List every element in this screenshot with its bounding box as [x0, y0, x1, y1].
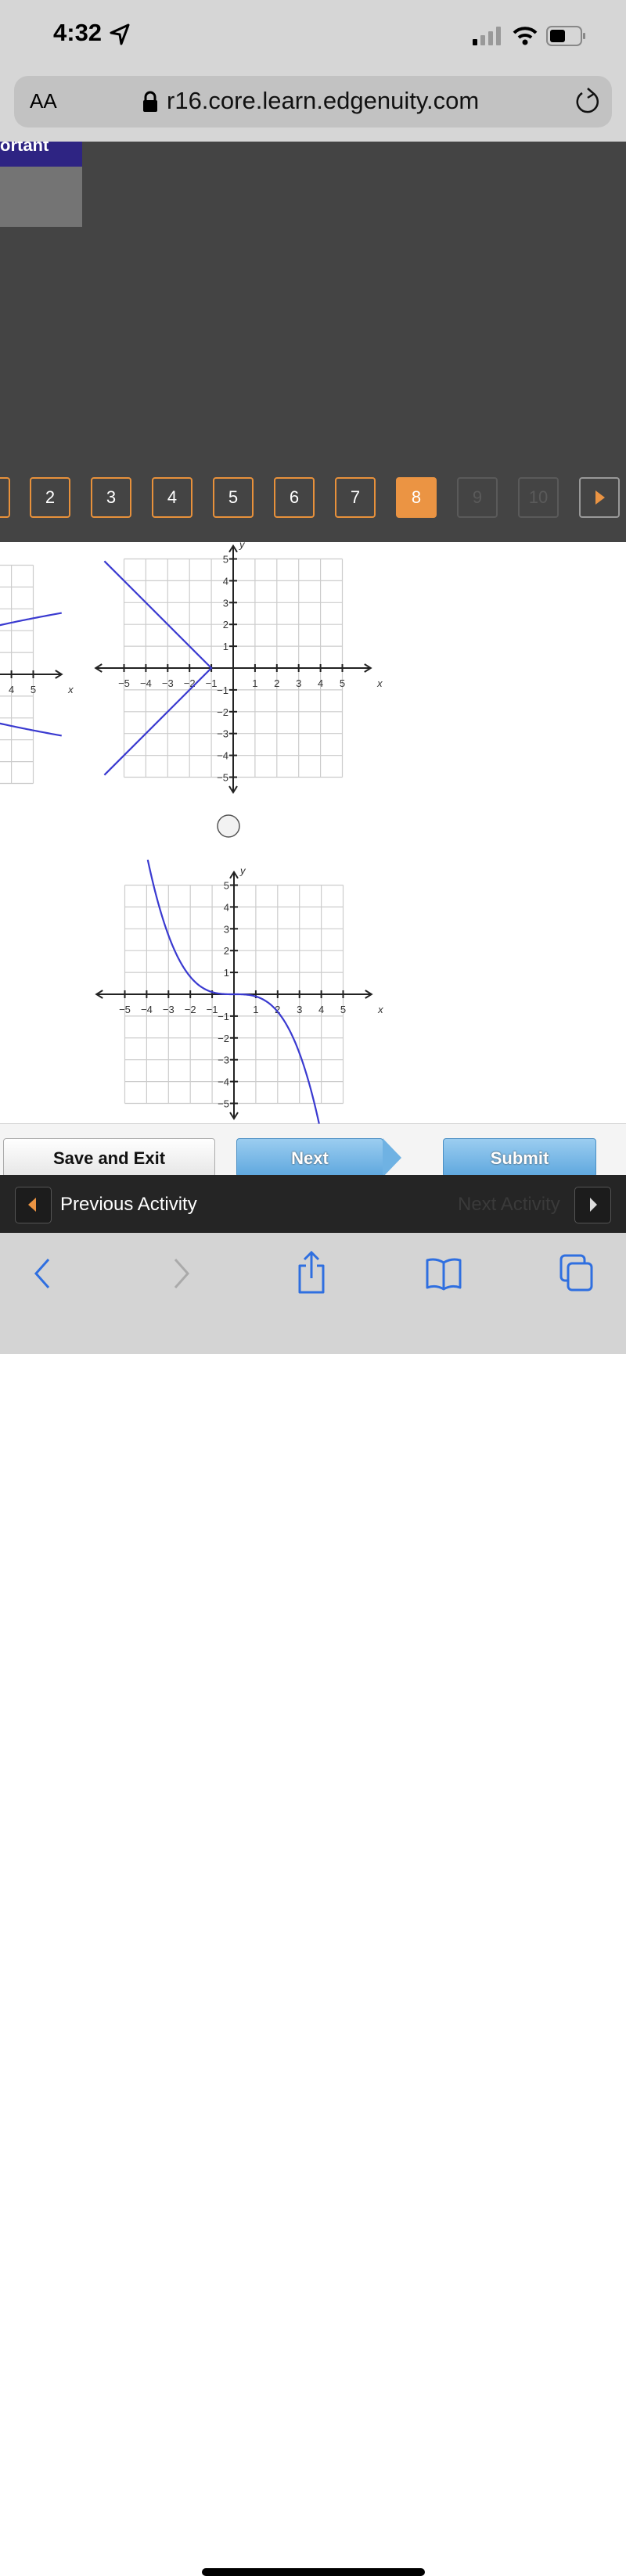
- graph-a-x-tick-label: 2: [274, 677, 279, 689]
- header-tab[interactable]: ortant: [0, 142, 82, 167]
- graph-a-y-tick-label: 4: [223, 575, 228, 587]
- partial-graph-x-tick-label: 5: [31, 684, 36, 695]
- text-size-button[interactable]: AA: [30, 89, 57, 113]
- graph-a-x-tick-label: 5: [340, 677, 345, 689]
- graph-a-x-tick-label: −1: [206, 677, 218, 689]
- header-tab-label: ortant: [0, 142, 49, 155]
- page-button-10[interactable]: 10: [518, 477, 559, 518]
- graph-a-x-tick-label: −2: [184, 677, 196, 689]
- right-arrow-icon: [590, 1198, 597, 1212]
- answer-graphs: 4 5 x−5−5−4−4−3−3−2−2−1−11122334455xy−5−5−…: [0, 539, 383, 1124]
- graph-b-y-tick-label: 5: [224, 880, 229, 892]
- url-text[interactable]: r16.core.learn.edgenuity.com: [167, 87, 479, 115]
- battery-icon: [546, 26, 585, 46]
- graph-b-x-tick-label: 3: [297, 1004, 302, 1015]
- graph-a-x-label: x: [376, 677, 383, 689]
- graph-b-y-label: y: [239, 865, 246, 877]
- graph-a-x-tick-label: −5: [118, 677, 130, 689]
- next-button-arrow[interactable]: [383, 1138, 401, 1177]
- graph-b-y-tick-label: −5: [218, 1098, 229, 1110]
- graph-a-y-tick-label: 5: [223, 554, 228, 566]
- graph-a-y-tick-label: −2: [217, 706, 228, 718]
- page-button-9[interactable]: 9: [457, 477, 498, 518]
- graph-b-y-tick-label: 1: [224, 967, 229, 979]
- graph-b-y-tick-label: −1: [218, 1011, 229, 1022]
- graph-b-x-tick-label: 4: [318, 1004, 324, 1015]
- share-icon[interactable]: [295, 1250, 328, 1294]
- address-bar[interactable]: AA r16.core.learn.edgenuity.com: [14, 76, 612, 128]
- ios-status-bar: 4:32 AA r16.core.learn.edgenuity.com: [0, 0, 626, 142]
- graph-a-y-tick-label: −1: [217, 684, 228, 696]
- next-activity-arrow-button[interactable]: [574, 1187, 611, 1223]
- graph-b-y-tick-label: 4: [224, 901, 229, 913]
- graph-b-y-tick-label: −4: [218, 1076, 229, 1088]
- wifi-icon: [513, 27, 538, 45]
- graph-a-x-tick-label: 1: [252, 677, 257, 689]
- page-button-6[interactable]: 6: [274, 477, 315, 518]
- graph-a-y-tick-label: −4: [217, 750, 228, 762]
- graph-a-y-tick-label: 3: [223, 597, 228, 609]
- page-button-2[interactable]: 2: [30, 477, 70, 518]
- graph-a-y-tick-label: 1: [223, 641, 228, 652]
- partial-graph-curve-lower: [0, 722, 62, 737]
- graph-a-x-tick-label: 4: [318, 677, 323, 689]
- graph-b-x-tick-label: 5: [340, 1004, 346, 1015]
- graph-b-x-tick-label: −2: [185, 1004, 196, 1015]
- lock-icon: [143, 91, 157, 112]
- reload-icon[interactable]: [574, 87, 601, 117]
- page-button-4[interactable]: 4: [152, 477, 192, 518]
- left-arrow-icon: [28, 1198, 36, 1212]
- location-arrow-icon: [110, 23, 130, 45]
- question-content: 4 5 x −5 −5 −4 −4 −3 −3 −2 −2 −1 −1 1 1 2 2 3 3 4 4 5 5 x y −5 −5−…: [0, 539, 626, 1124]
- graph-b-y-tick-label: 3: [224, 923, 229, 935]
- graph-b-x-tick-label: −3: [163, 1004, 174, 1015]
- signal-icon: [473, 27, 501, 45]
- previous-activity-link[interactable]: Previous Activity: [60, 1194, 197, 1216]
- partial-graph-curve-upper: [0, 612, 62, 627]
- next-activity-link[interactable]: Next Activity: [458, 1194, 560, 1216]
- graph-b-x-tick-label: −4: [141, 1004, 153, 1015]
- next-button[interactable]: Next: [236, 1138, 383, 1177]
- clock: 4:32: [53, 19, 103, 46]
- play-arrow-icon: [595, 490, 605, 505]
- previous-activity-arrow-button[interactable]: [15, 1187, 52, 1223]
- graph-b-y-tick-label: −2: [218, 1033, 229, 1044]
- partial-graph-x-tick-label: 4: [9, 684, 14, 695]
- graph-b-y-tick-label: 2: [224, 945, 229, 957]
- save-and-exit-button[interactable]: Save and Exit: [3, 1138, 215, 1177]
- graph-a-x-tick-label: −3: [162, 677, 174, 689]
- graph-a-y-label: y: [239, 542, 246, 551]
- graph-b-x-tick-label: 1: [253, 1004, 258, 1015]
- back-icon[interactable]: [31, 1256, 55, 1291]
- home-indicator: [202, 2568, 425, 2576]
- bookmarks-icon[interactable]: [425, 1256, 462, 1291]
- graph-a-y-tick-label: −3: [217, 728, 228, 740]
- page-button-8-current[interactable]: 8: [396, 477, 437, 518]
- graph-b-x-tick-label: −1: [207, 1004, 218, 1015]
- graph-a-x-tick-label: 3: [296, 677, 301, 689]
- graph-b-x-tick-label: −5: [119, 1004, 131, 1015]
- submit-button[interactable]: Submit: [443, 1138, 596, 1177]
- header-panel: [0, 167, 82, 227]
- graph-a-x-tick-label: −4: [140, 677, 152, 689]
- next-page-button[interactable]: [579, 477, 620, 518]
- graph-b-x-label: x: [377, 1004, 383, 1015]
- graph-a-y-tick-label: −5: [217, 772, 228, 784]
- safari-toolbar: [0, 1233, 626, 2576]
- tabs-icon[interactable]: [559, 1253, 595, 1292]
- page-button-1[interactable]: [0, 477, 10, 518]
- page-button-3[interactable]: 3: [91, 477, 131, 518]
- partial-graph-x-label: x: [67, 684, 74, 695]
- graph-a-y-tick-label: 2: [223, 619, 228, 631]
- forward-icon[interactable]: [169, 1256, 192, 1291]
- page-button-7[interactable]: 7: [335, 477, 376, 518]
- graph-b-y-tick-label: −3: [218, 1054, 229, 1066]
- page-button-5[interactable]: 5: [213, 477, 254, 518]
- answer-radio-b[interactable]: [217, 814, 240, 838]
